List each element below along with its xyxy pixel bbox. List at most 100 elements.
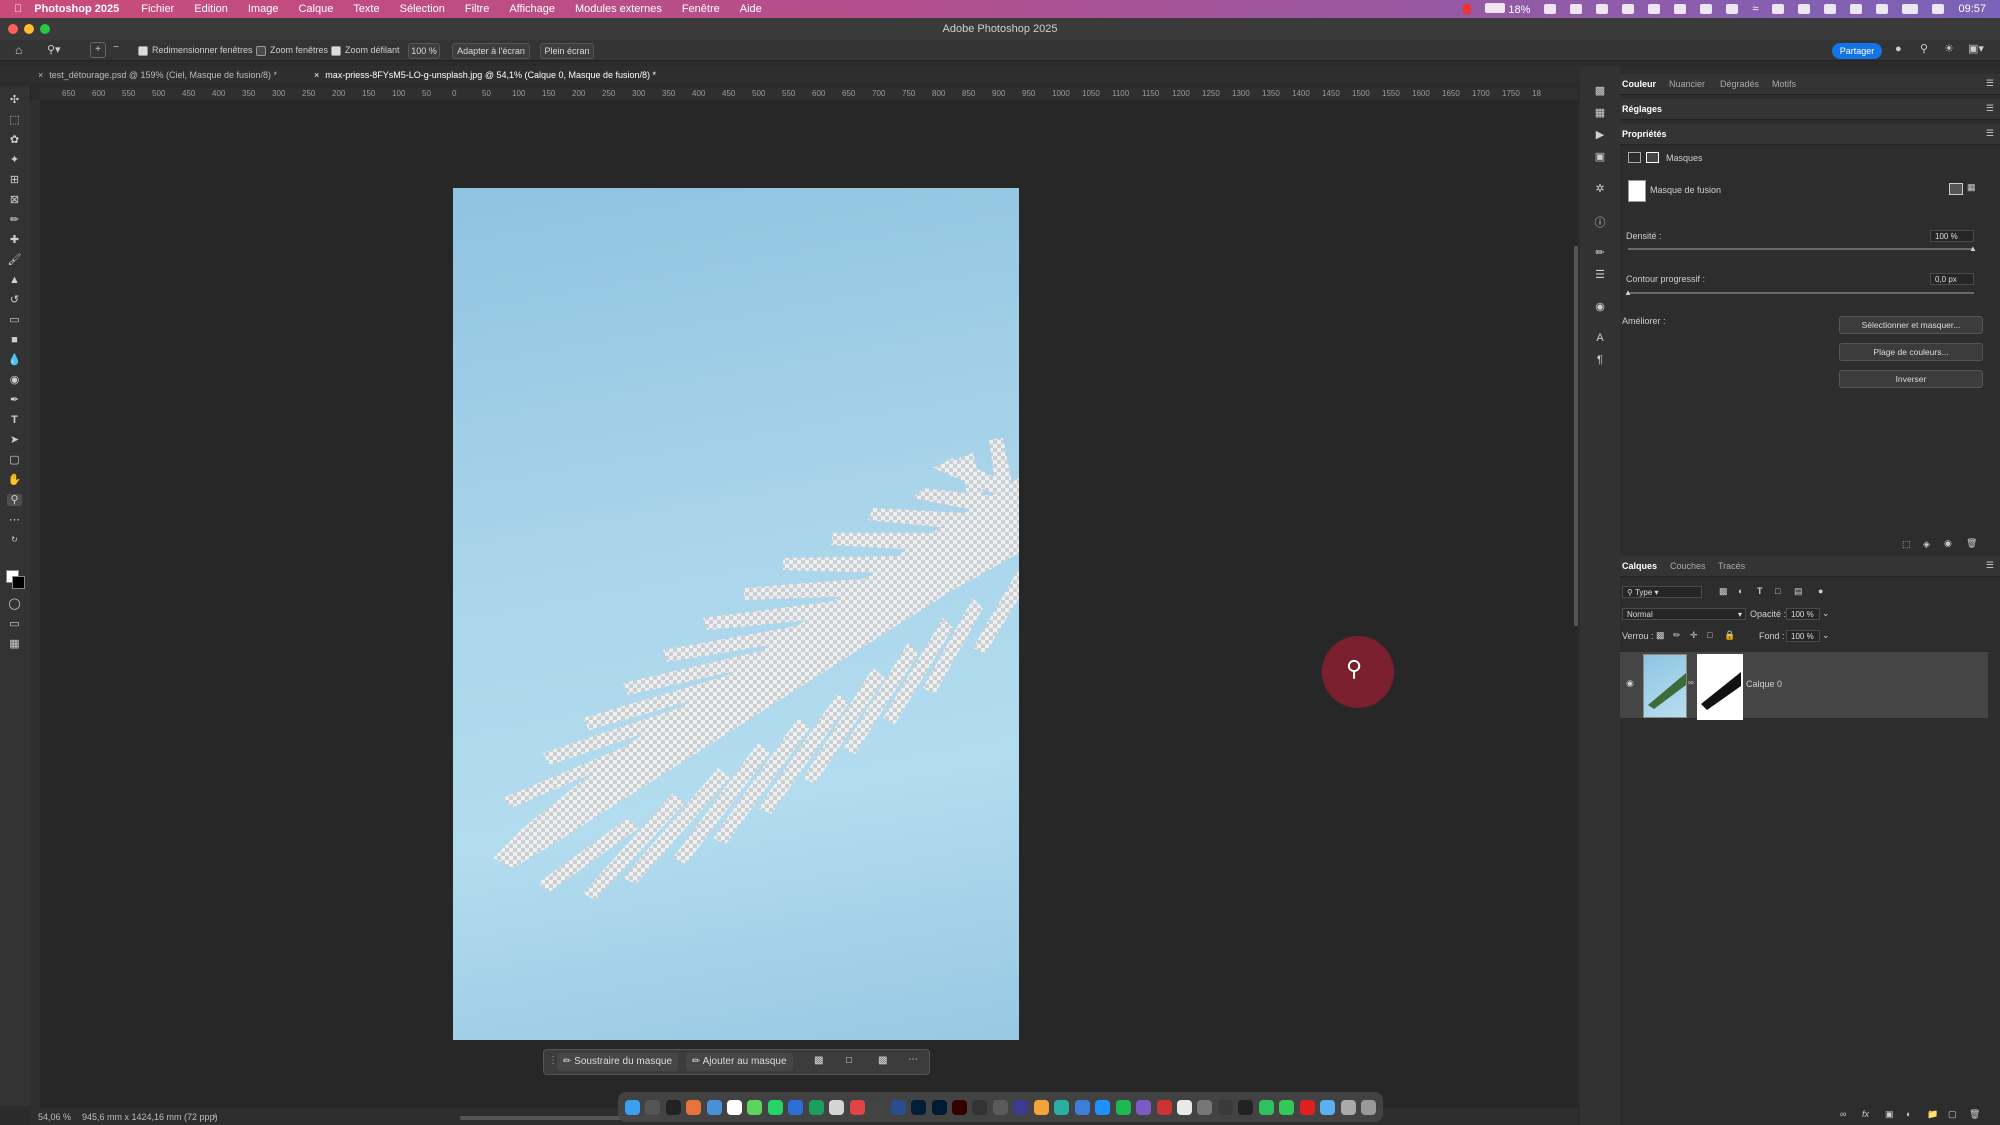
lock-image-icon[interactable]: ✏ <box>1673 630 1681 641</box>
tab-couches[interactable]: Couches <box>1670 561 1706 571</box>
zoom-value-field[interactable]: 100 % <box>408 43 440 59</box>
app-icon-6[interactable] <box>890 1099 906 1115</box>
facetime-icon[interactable] <box>1279 1099 1295 1115</box>
tab-test-detourage[interactable]: × test_détourage.psd @ 159% (Ciel, Masque… <box>38 68 277 82</box>
app-icon-13[interactable] <box>1095 1099 1111 1115</box>
status-red-icon[interactable] <box>1463 4 1472 14</box>
filter-pixel-icon[interactable]: ▩ <box>1719 586 1728 597</box>
menu-modules-externes[interactable]: Modules externes <box>575 3 662 15</box>
scrubby-zoom-checkbox[interactable] <box>331 45 341 56</box>
feather-slider-handle[interactable]: ▲ <box>1624 288 1632 297</box>
paragraph-icon[interactable]: ¶ <box>1593 354 1607 368</box>
lightroom-icon[interactable] <box>931 1099 947 1115</box>
generative-fill-icon[interactable]: ▦ <box>7 638 22 650</box>
lock-artboard-icon[interactable]: □ <box>1707 630 1712 640</box>
rectangle-tool-icon[interactable]: ▢ <box>7 454 22 466</box>
whatsapp-icon[interactable] <box>767 1099 783 1115</box>
panel-menu-icon[interactable]: ☰ <box>1986 78 1994 89</box>
hand-tool-icon[interactable]: ✋ <box>7 474 22 486</box>
tab-reglages[interactable]: Réglages <box>1622 104 1662 114</box>
quick-selection-tool-icon[interactable]: ✦ <box>7 154 22 166</box>
lock-all-icon[interactable]: 🔒 <box>1724 630 1735 641</box>
mask-option-icon-2[interactable]: □ <box>846 1055 852 1066</box>
subtract-from-mask-button[interactable]: ✏ Soustraire du masque <box>557 1053 679 1071</box>
feather-slider[interactable] <box>1628 292 1974 294</box>
zoom-level[interactable]: 54,06 % <box>38 1112 71 1122</box>
full-screen-button[interactable]: Plein écran <box>540 43 594 59</box>
share-button[interactable]: Partager <box>1832 43 1882 59</box>
filter-type-icon[interactable]: T <box>1757 586 1763 596</box>
app-icon-1[interactable] <box>788 1099 804 1115</box>
select-mask-icon[interactable] <box>1949 183 1963 195</box>
tab-couleur[interactable]: Couleur <box>1622 79 1656 89</box>
grid-icon[interactable] <box>1596 4 1609 14</box>
quick-mask-icon[interactable]: ◯ <box>7 598 22 610</box>
app-icon-7[interactable] <box>972 1099 988 1115</box>
app-icon-16[interactable] <box>1176 1099 1192 1115</box>
density-slider-handle[interactable]: ▲ <box>1969 244 1977 253</box>
home-icon[interactable]: ⌂ <box>15 43 22 57</box>
brightness-icon[interactable] <box>1876 4 1889 14</box>
eraser-tool-icon[interactable]: ▭ <box>7 314 22 326</box>
history-brush-tool-icon[interactable]: ↺ <box>7 294 22 306</box>
menu-image[interactable]: Image <box>248 3 279 15</box>
vertical-scrollbar[interactable] <box>1574 246 1578 626</box>
volume-icon[interactable] <box>1850 4 1863 14</box>
app-icon-15[interactable] <box>1156 1099 1172 1115</box>
tab-degrades[interactable]: Dégradés <box>1720 79 1759 89</box>
visibility-icon[interactable]: ◉ <box>1944 538 1952 549</box>
screen-mode-icon[interactable]: ▭ <box>7 618 22 630</box>
app-icon-18[interactable] <box>1217 1099 1233 1115</box>
path-selection-tool-icon[interactable]: ➤ <box>7 434 22 446</box>
layer-row[interactable]: ◉ ∞ Calque 0 <box>1620 652 1988 720</box>
menu-texte[interactable]: Texte <box>353 3 379 15</box>
apply-mask-icon[interactable]: ◈ <box>1923 539 1930 550</box>
wifi-icon[interactable]: ≈ <box>1752 3 1758 15</box>
delete-layer-icon[interactable]: 🗑 <box>1969 1109 1980 1120</box>
tab-calques[interactable]: Calques <box>1622 561 1657 571</box>
folder-icon[interactable] <box>1320 1099 1336 1115</box>
tab-proprietes[interactable]: Propriétés <box>1622 129 1667 139</box>
menu-edition[interactable]: Edition <box>194 3 228 15</box>
density-field[interactable]: 100 % <box>1930 230 1974 242</box>
app-icon-5[interactable] <box>870 1099 886 1115</box>
scrubby-zoom-option[interactable]: Zoom défilant <box>331 45 400 56</box>
marquee-tool-icon[interactable]: ⬚ <box>7 114 22 126</box>
fill-dropdown-icon[interactable]: ⌄ <box>1822 630 1830 641</box>
panel-menu-icon[interactable]: ☰ <box>1986 560 1994 571</box>
app-icon-9[interactable] <box>1013 1099 1029 1115</box>
calendar-icon[interactable] <box>726 1099 742 1115</box>
app-icon-19[interactable] <box>1238 1099 1254 1115</box>
app-icon-2[interactable] <box>808 1099 824 1115</box>
app-icon-12[interactable] <box>1074 1099 1090 1115</box>
tab-max-priess[interactable]: × max-priess-8FYsM5-LO-g-unsplash.jpg @ 5… <box>314 68 656 82</box>
healing-brush-tool-icon[interactable]: ✚ <box>7 234 22 246</box>
more-options-icon[interactable]: ⋯ <box>908 1054 918 1065</box>
opacity-field[interactable]: 100 % <box>1786 608 1820 620</box>
battery-icon[interactable] <box>1902 4 1919 14</box>
layer-mask-thumbnail[interactable] <box>1697 654 1743 720</box>
app-icon-14[interactable] <box>1136 1099 1152 1115</box>
new-layer-icon[interactable]: ▢ <box>1948 1109 1957 1120</box>
clone-stamp-tool-icon[interactable]: ▲ <box>7 274 22 286</box>
power-icon[interactable] <box>1622 4 1635 14</box>
info-icon[interactable]: ⓘ <box>1593 214 1607 229</box>
menu-calque[interactable]: Calque <box>298 3 333 15</box>
background-color-swatch[interactable] <box>12 576 25 589</box>
feather-field[interactable]: 0,0 px <box>1930 273 1974 285</box>
properties-sliders-icon[interactable]: ☰ <box>1593 268 1607 282</box>
vector-mask-icon[interactable]: ▦ <box>1967 182 1976 193</box>
history-icon[interactable]: ▦ <box>1593 106 1607 120</box>
layer-filter-select[interactable]: ⚲ Type ▾ <box>1622 586 1702 598</box>
close-tab-icon[interactable]: × <box>314 70 319 80</box>
messages-icon[interactable] <box>747 1099 763 1115</box>
actions-play-icon[interactable]: ▶ <box>1593 128 1607 142</box>
app-menu[interactable]: Photoshop 2025 <box>34 3 119 15</box>
panel-menu-icon[interactable]: ☰ <box>1986 128 1994 139</box>
delete-mask-icon[interactable]: 🗑 <box>1966 538 1977 549</box>
menu-filtre[interactable]: Filtre <box>465 3 489 15</box>
panel-menu-icon[interactable]: ☰ <box>1986 103 1994 114</box>
add-mask-icon[interactable]: ▣ <box>1885 1109 1894 1120</box>
fit-screen-button[interactable]: Adapter à l'écran <box>452 43 530 59</box>
tab-traces[interactable]: Tracés <box>1718 561 1745 571</box>
